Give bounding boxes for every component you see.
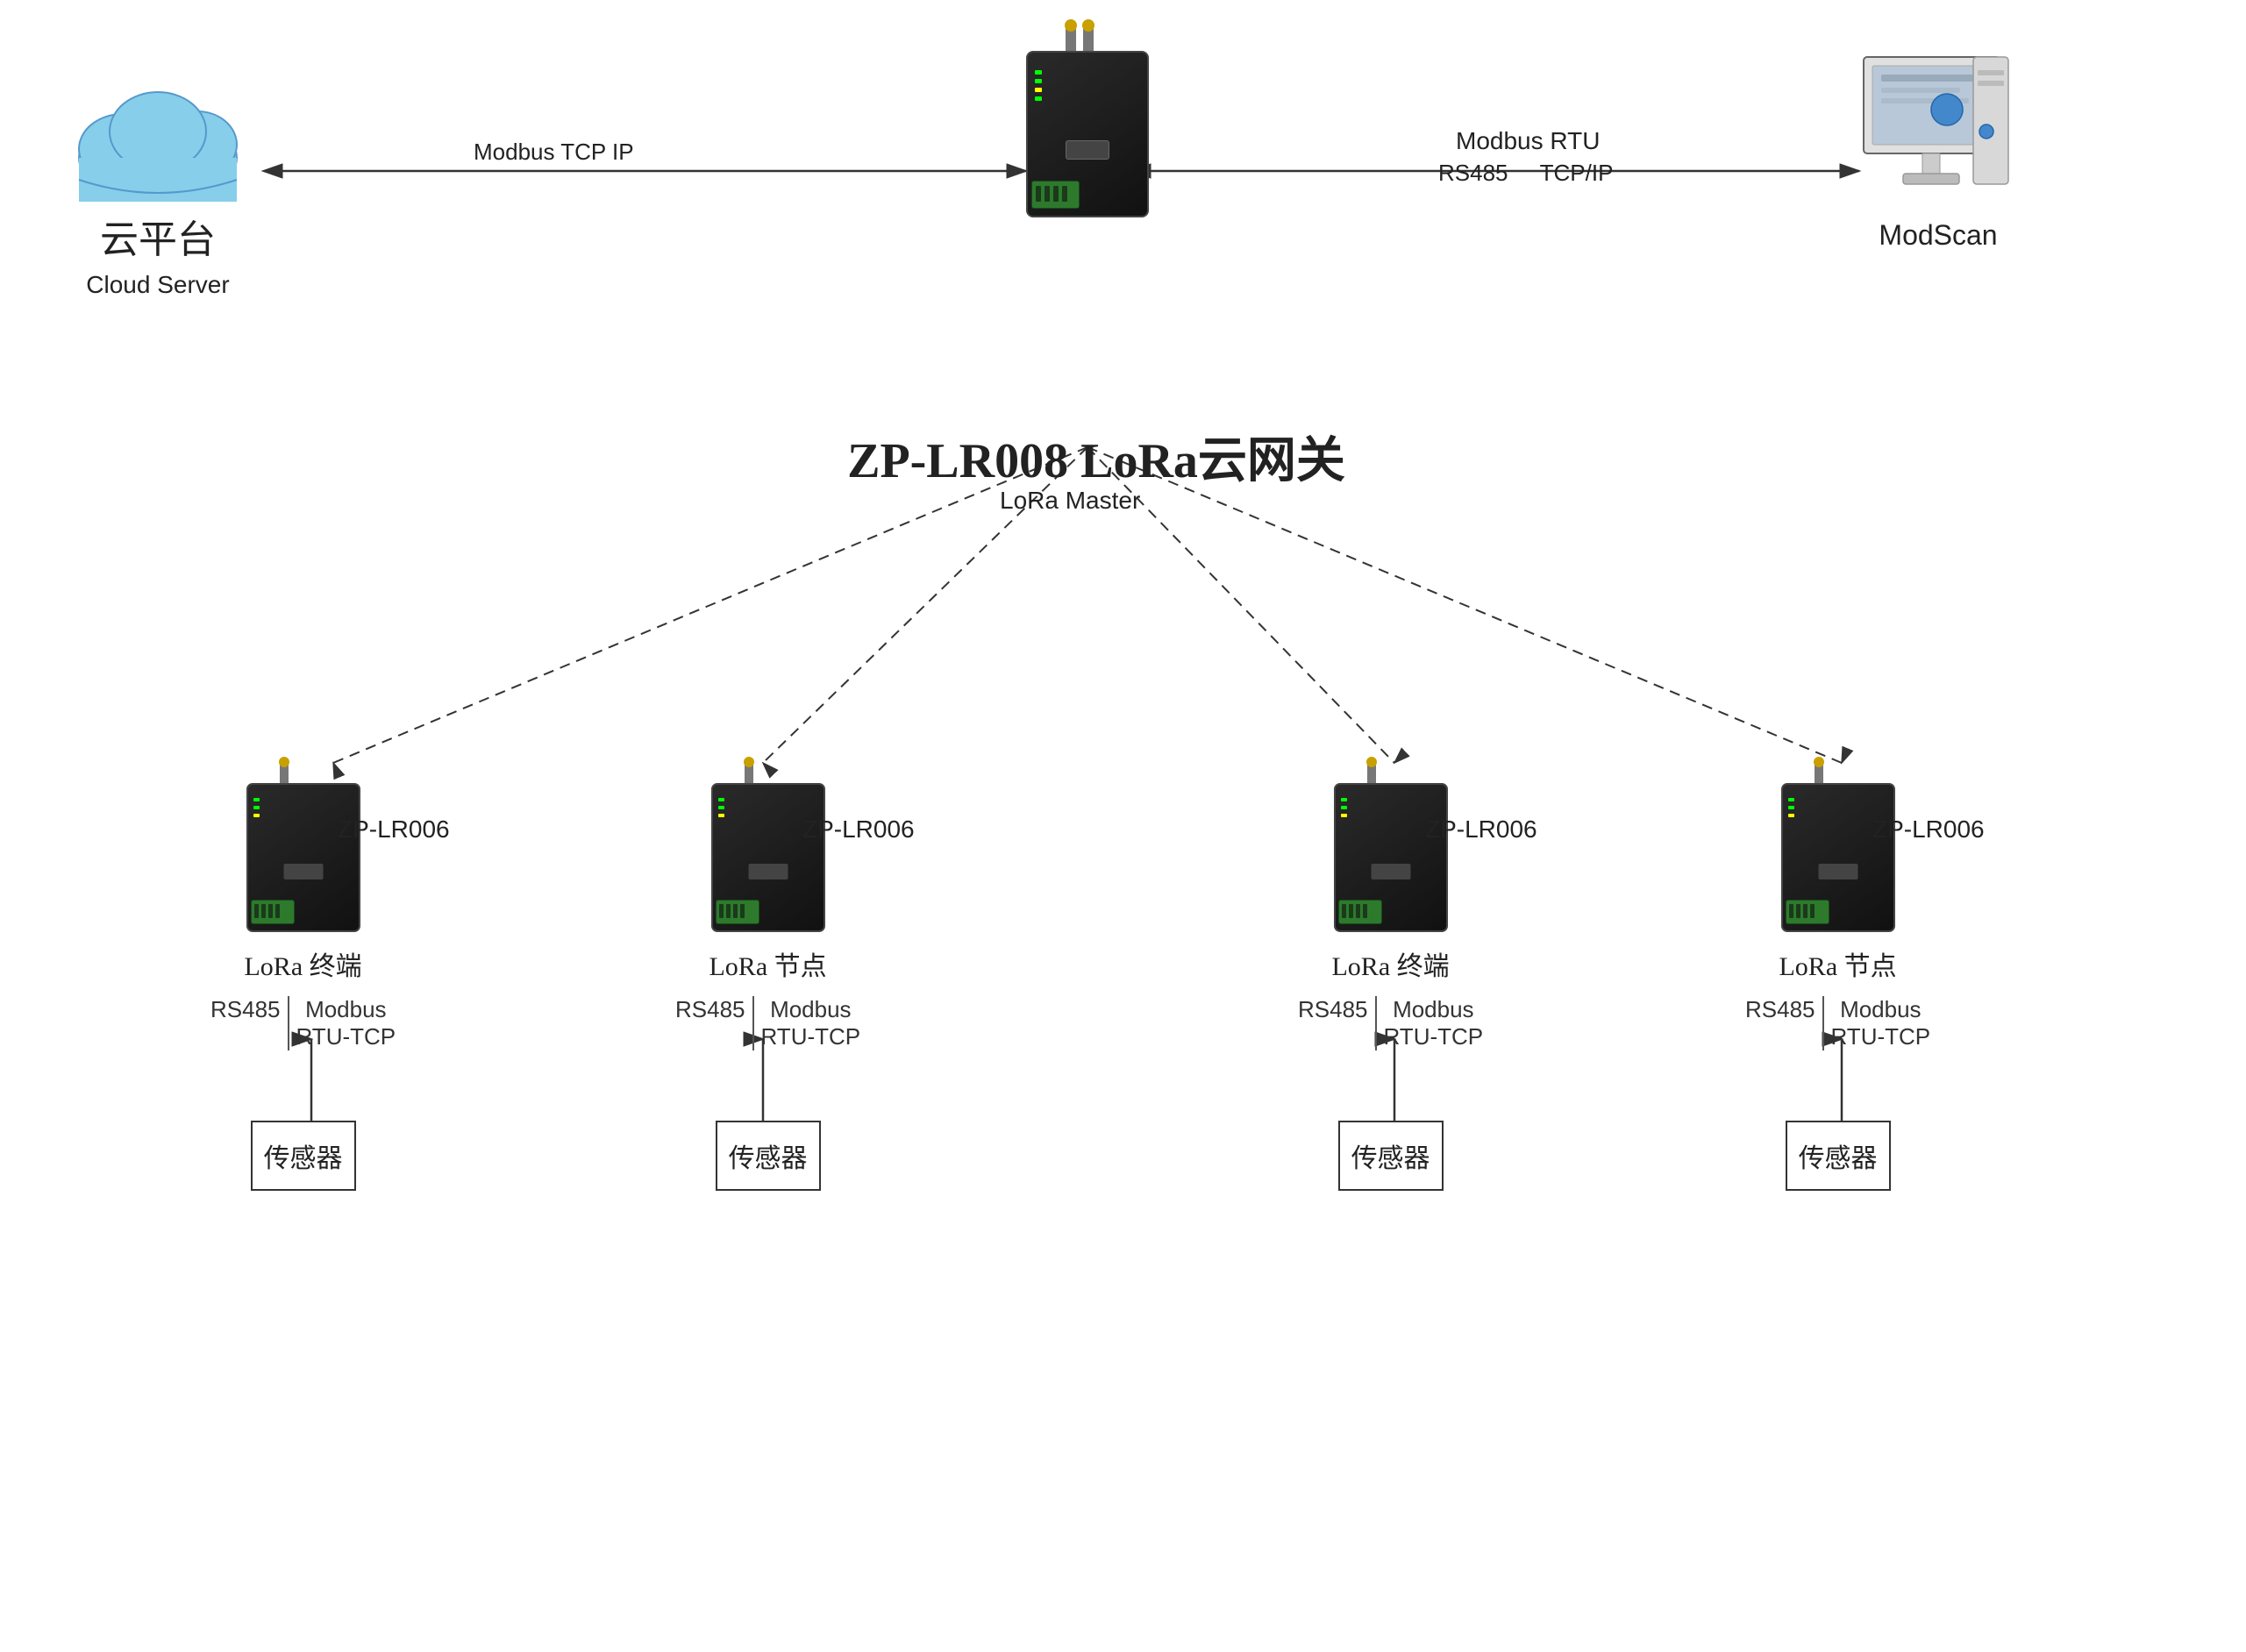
main-diagram: 云平台 Cloud Server Modbus TCP IP xyxy=(0,0,2246,1652)
node-3-protocols: RS485 Modbus RTU-TCP xyxy=(1298,996,1483,1050)
lora-master-label: LoRa Master xyxy=(1000,487,1140,515)
node-2-sensor: 传感器 xyxy=(716,1121,821,1191)
cloud-cn-label: 云平台 xyxy=(100,208,216,264)
modscan-group: ModScan xyxy=(1859,53,2017,252)
node-3-group: ZP-LR006 LoRa 终端 RS485 Modbus RTU-TCP 传感… xyxy=(1298,763,1483,1191)
node-1-type: LoRa 终端 xyxy=(244,944,361,983)
node-2-group: ZP-LR006 LoRa 节点 RS485 Modbus RTU-TCP 传感… xyxy=(675,763,860,1191)
modbus-tcp-label: Modbus TCP IP xyxy=(474,139,634,166)
node-1-sensor: 传感器 xyxy=(251,1121,356,1191)
node-4-model: ZP-LR006 xyxy=(1872,815,1985,844)
modscan-label: ModScan xyxy=(1879,219,1997,252)
node-1-group: ZP-LR006 LoRa 终端 RS485 Modbus RTU-TCP 传感… xyxy=(210,763,396,1191)
node-2-type: LoRa 节点 xyxy=(709,944,826,983)
node-3-type: LoRa 终端 xyxy=(1331,944,1449,983)
gateway-title: ZP-LR008 LoRa云网关 xyxy=(789,421,1403,492)
cloud-en-label: Cloud Server xyxy=(86,271,229,299)
node-3-model: ZP-LR006 xyxy=(1425,815,1537,844)
node-4-sensor: 传感器 xyxy=(1786,1121,1891,1191)
node-1-model: ZP-LR006 xyxy=(338,815,450,844)
modbus-rtu-label: Modbus RTU xyxy=(1456,127,1600,155)
gateway-device xyxy=(1026,26,1149,219)
node-2-model: ZP-LR006 xyxy=(802,815,915,844)
monitor-icon xyxy=(1859,53,2017,210)
cloud-icon xyxy=(61,70,254,206)
node-4-protocols: RS485 Modbus RTU-TCP xyxy=(1745,996,1930,1050)
node-4-type: LoRa 节点 xyxy=(1779,944,1896,983)
cloud-server-group: 云平台 Cloud Server xyxy=(61,70,254,299)
node-3-sensor: 传感器 xyxy=(1338,1121,1444,1191)
node-1-protocols: RS485 Modbus RTU-TCP xyxy=(210,996,396,1050)
node-2-protocols: RS485 Modbus RTU-TCP xyxy=(675,996,860,1050)
rs485-tcpip-label: RS485 TCP/IP xyxy=(1438,160,1613,187)
node-4-group: ZP-LR006 LoRa 节点 RS485 Modbus RTU-TCP 传感… xyxy=(1745,763,1930,1191)
